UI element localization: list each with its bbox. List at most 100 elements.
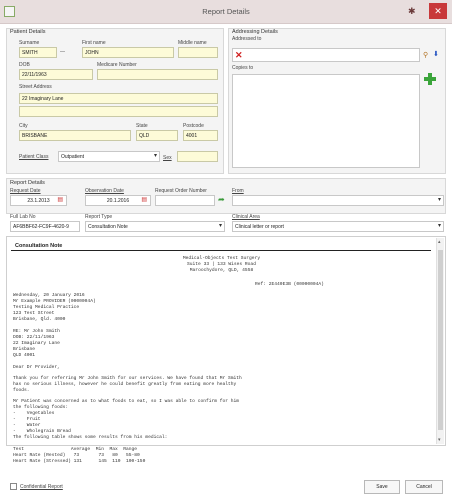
recipient-street: 123 Test Street (13, 311, 55, 316)
lab-no-label: Full Lab No (10, 214, 36, 220)
food-item: - Wholegrain Bread (13, 429, 71, 434)
sex-label: Sex (163, 155, 172, 161)
add-copy-icon[interactable] (424, 73, 436, 85)
re-state: QLD 4001 (13, 353, 36, 358)
remove-icon[interactable]: ✕ (235, 50, 243, 60)
close-button[interactable]: ✕ (429, 3, 447, 19)
food-item: - Vegetables (13, 411, 55, 416)
state-field[interactable]: QLD (136, 130, 178, 141)
paragraph-1-line-3: foods. (13, 388, 30, 393)
confidential-label: Confidential Report (20, 484, 63, 490)
observation-date-value: 20.1.2016 (106, 198, 130, 204)
food-item: - Fruit (13, 417, 41, 422)
chevron-down-icon: ▾ (218, 223, 222, 229)
firstname-label: First name (82, 40, 106, 46)
addressed-to-field[interactable]: ✕ (232, 48, 420, 62)
street-line2-field[interactable] (19, 106, 218, 117)
letter-date: Wednesday, 20 January 2016 (13, 293, 85, 298)
medicare-field[interactable] (97, 69, 218, 80)
patient-class-value: Outpatient (61, 154, 85, 160)
down-arrow-icon[interactable]: ⬇ (433, 50, 439, 58)
observation-date-label: Observation Date (85, 188, 124, 194)
dob-field[interactable]: 22/11/1963 (19, 69, 93, 80)
street-label: Street Address (19, 84, 52, 90)
request-date-field[interactable]: 23.1.2013 ▤ (10, 195, 67, 206)
save-button[interactable]: Save (364, 480, 400, 494)
postcode-label: Postcode (183, 123, 204, 129)
middlename-field[interactable] (178, 47, 218, 58)
title-bar: Report Details ✱ ✕ (0, 0, 452, 24)
practice-address-1: Suite 33 | 133 Wises Road (187, 262, 256, 267)
report-type-value: Consultation Note (88, 224, 128, 230)
clinical-area-label: Clinical Area (232, 214, 260, 220)
chevron-down-icon: ▾ (437, 197, 441, 203)
reference: Ref: 2E440E3B (00000004A) (255, 282, 324, 287)
calendar-icon[interactable]: ▤ (57, 196, 63, 204)
surname-label: Surname (19, 40, 40, 46)
surname-dash: — (60, 49, 65, 55)
middlename-label: Middle name (178, 40, 207, 46)
lookup-icon[interactable]: ⚲ (423, 51, 428, 59)
recipient-name: Mr Example PROVIDER (0000004A) (13, 299, 96, 304)
food-item: - Water (13, 423, 41, 428)
scroll-up-icon[interactable]: ▴ (438, 239, 441, 245)
street-field[interactable]: 22 Imaginary Lane (19, 93, 218, 104)
order-number-label: Request Order Number (155, 188, 207, 194)
request-date-label: Request Date (10, 188, 41, 194)
chevron-down-icon: ▾ (437, 223, 441, 229)
paragraph-2-line-2: the following foods: (13, 405, 69, 410)
dob-label: DOB (19, 62, 30, 68)
salutation: Dear Dr Provider, (13, 365, 60, 370)
sex-field[interactable] (177, 151, 218, 162)
patient-details-legend: Patient Details (10, 29, 46, 35)
practice-name: Medical-Objects Test Surgery (182, 256, 261, 261)
re-street: 22 Imaginary Lane (13, 341, 60, 346)
firstname-field[interactable]: JOHN (82, 47, 174, 58)
request-date-value: 23.1.2013 (27, 198, 50, 204)
document-content: Consultation Note Medical-Objects Test S… (9, 239, 434, 444)
from-select[interactable]: ▾ (232, 195, 444, 206)
heading-rule (11, 250, 431, 251)
calendar-icon[interactable]: ▤ (141, 196, 147, 204)
copies-to-list[interactable] (232, 74, 420, 168)
re-line: RE: Mr John Smith (13, 329, 60, 334)
table-row: Heart Rate (Stressed) 131 145 110 100-15… (13, 459, 146, 464)
order-number-field[interactable] (155, 195, 215, 206)
document-heading: Consultation Note (15, 243, 63, 249)
lab-no-field[interactable]: AF6BBF62-FC9F-4620-9 (10, 221, 80, 232)
recipient-city: Brisbane, Qld. 4000 (13, 317, 66, 322)
cancel-button[interactable]: Cancel (405, 480, 443, 494)
practice-address-2: Maroochydore, QLD, 4558 (189, 268, 254, 273)
table-header: Test Average Min Max Range (13, 447, 138, 452)
addressing-details-legend: Addressing Details (232, 29, 278, 35)
confidential-checkbox[interactable] (10, 483, 17, 490)
clinical-area-select[interactable]: Clinical letter or report ▾ (232, 221, 444, 232)
re-city: Brisbane (13, 347, 36, 352)
paragraph-2-line-1: Mr Patient was concerned as to what food… (13, 399, 240, 404)
copies-to-label: Copies to (232, 65, 254, 71)
report-type-label: Report Type (85, 214, 113, 220)
recipient-practice: Testing Medical Practice (13, 305, 80, 310)
document-scrollbar[interactable]: ▴ ▾ (436, 238, 444, 444)
surname-field[interactable]: SMITH (19, 47, 57, 58)
patient-class-label: Patient Class (19, 154, 49, 160)
report-details-legend: Report Details (10, 180, 45, 186)
paragraph-1-line-2: has no serious illness, however he could… (13, 382, 237, 387)
paragraph-1-line-1: Thank you for referring Mr John Smith fo… (13, 376, 242, 381)
table-row: Heart Rate (Rested) 73 73 80 55-80 (13, 453, 140, 458)
observation-date-field[interactable]: 20.1.2016 ▤ (85, 195, 151, 206)
clinical-area-value: Clinical letter or report (235, 224, 284, 230)
city-label: City (19, 123, 28, 129)
window-title: Report Details (202, 7, 250, 16)
pin-icon[interactable]: ✱ (408, 6, 416, 17)
scrollbar-thumb[interactable] (438, 250, 443, 430)
report-type-select[interactable]: Consultation Note ▾ (85, 221, 225, 232)
from-label: From (232, 188, 244, 194)
table-intro: The following table shows some results f… (13, 435, 168, 440)
patient-class-select[interactable]: Outpatient ▾ (58, 151, 160, 162)
city-field[interactable]: BRISBANE (19, 130, 131, 141)
arrow-icon[interactable]: ➦ (218, 195, 225, 204)
scroll-down-icon[interactable]: ▾ (438, 437, 441, 443)
postcode-field[interactable]: 4001 (183, 130, 218, 141)
state-label: State (136, 123, 148, 129)
